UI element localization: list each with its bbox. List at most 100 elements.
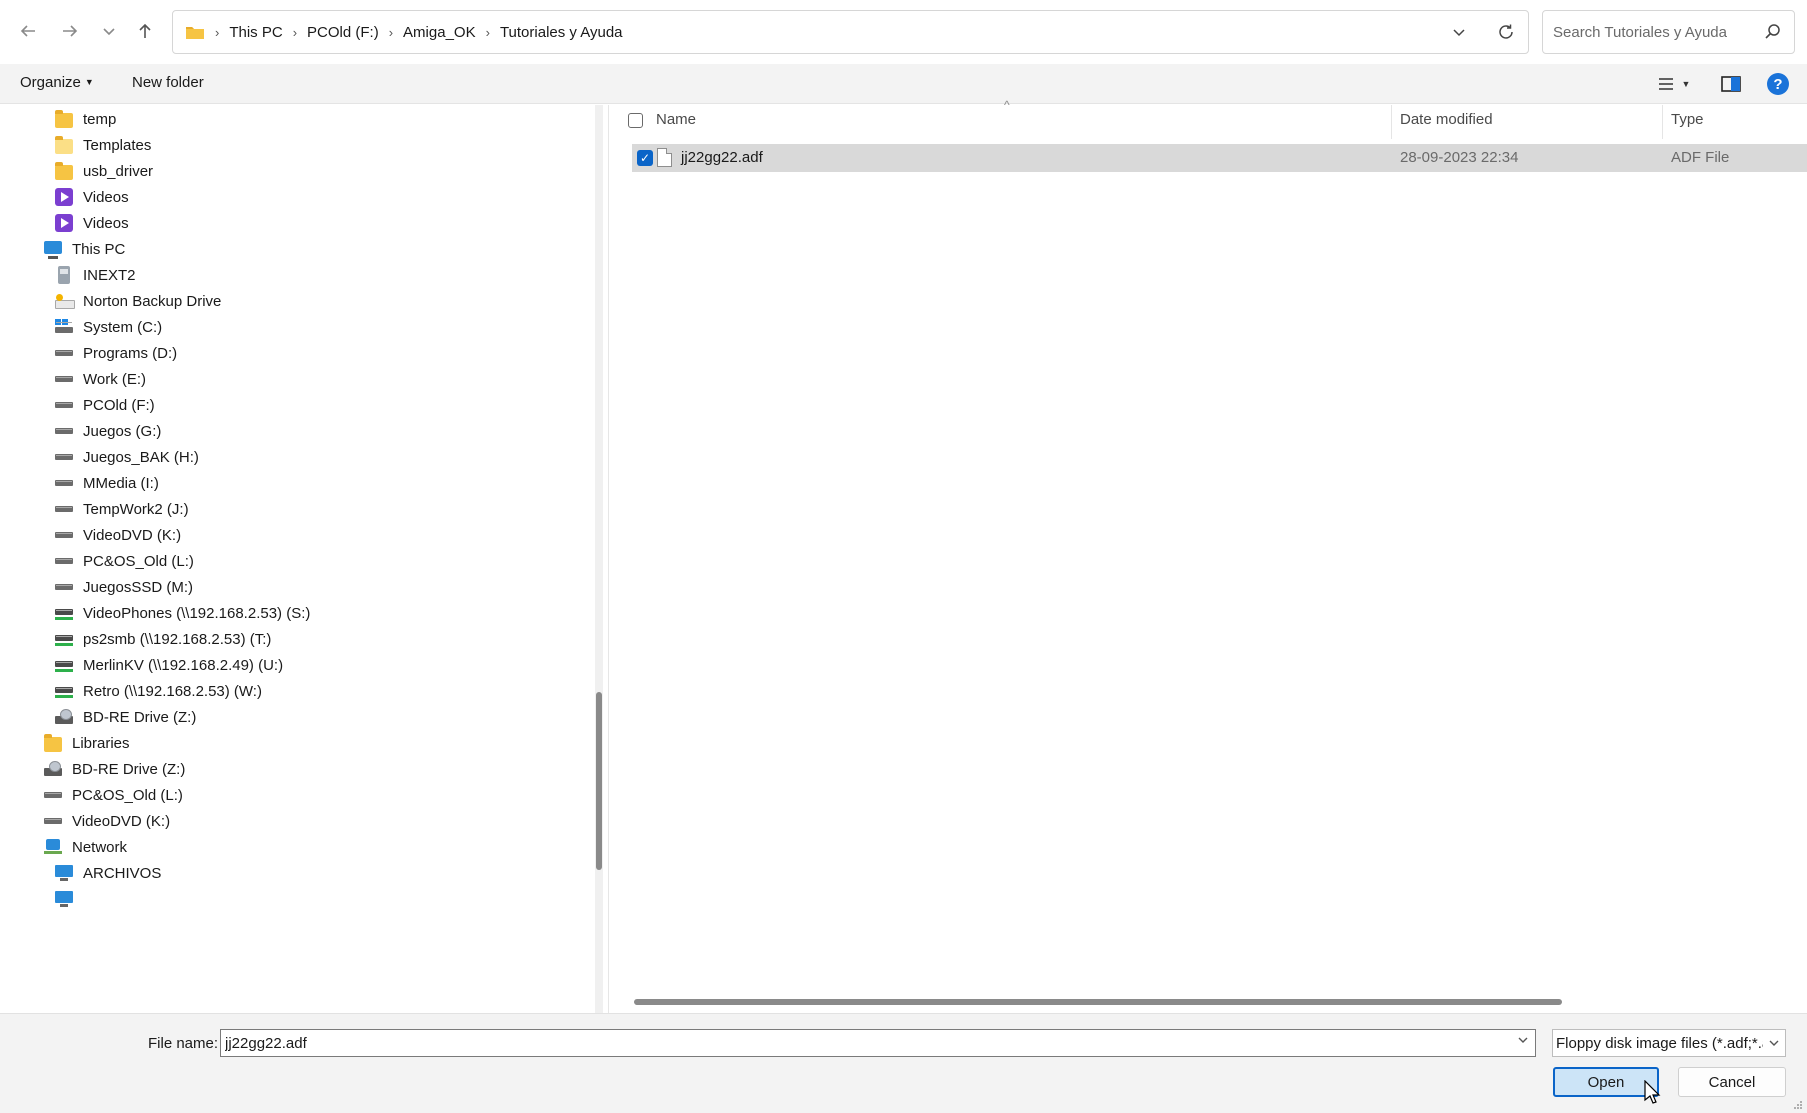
sidebar-item-partial[interactable] xyxy=(55,885,83,913)
sidebar-item-label: MMedia (I:) xyxy=(83,474,159,492)
sidebar-item-libraries[interactable]: Libraries xyxy=(44,729,130,757)
preview-pane-icon[interactable] xyxy=(1720,73,1742,95)
file-name-input[interactable] xyxy=(225,1033,1495,1053)
sidebar-item-inext2[interactable]: INEXT2 xyxy=(55,261,136,289)
sidebar-item-merlinkv-u[interactable]: MerlinKV (\\192.168.2.49) (U:) xyxy=(55,651,283,679)
sidebar-item-label: System (C:) xyxy=(83,318,163,336)
sidebar-item-this-pc[interactable]: This PC xyxy=(44,235,125,263)
sidebar-item-videodvd-k[interactable]: VideoDVD (K:) xyxy=(44,807,170,835)
up-button[interactable] xyxy=(131,16,159,46)
pane-divider[interactable] xyxy=(608,105,609,1013)
forward-button[interactable] xyxy=(56,16,84,46)
sidebar-item-bd-re-drive-z[interactable]: BD-RE Drive (Z:) xyxy=(44,755,185,783)
drive-icon xyxy=(44,790,62,800)
column-header-date-modified[interactable]: Date modified xyxy=(1400,111,1493,128)
back-button[interactable] xyxy=(14,16,42,46)
sidebar-item-label: VideoDVD (K:) xyxy=(83,526,182,544)
sidebar-item-templates[interactable]: Templates xyxy=(55,131,151,159)
sidebar-item-label: Videos xyxy=(83,214,129,232)
sidebar-item-videophones-s[interactable]: VideoPhones (\\192.168.2.53) (S:) xyxy=(55,599,310,627)
breadcrumb-item[interactable]: Amiga_OK xyxy=(397,24,482,41)
network-icon xyxy=(44,838,62,856)
caret-down-icon: ▼ xyxy=(84,77,94,87)
sidebar-item-programs-d[interactable]: Programs (D:) xyxy=(55,339,177,367)
computer-icon xyxy=(44,240,62,259)
chevron-down-icon[interactable] xyxy=(1517,1034,1529,1049)
chevron-down-icon[interactable] xyxy=(1763,1030,1785,1056)
chevron-right-icon[interactable]: › xyxy=(385,25,397,40)
sidebar-item-label: Libraries xyxy=(72,734,130,752)
sidebar-item-juegos-g[interactable]: Juegos (G:) xyxy=(55,417,161,445)
help-button[interactable]: ? xyxy=(1767,73,1789,95)
file-name-combobox[interactable] xyxy=(220,1029,1536,1057)
sidebar-item-pcos-old-l[interactable]: PC&OS_Old (L:) xyxy=(55,547,194,575)
chevron-right-icon[interactable]: › xyxy=(482,25,494,40)
sidebar-item-label: INEXT2 xyxy=(83,266,136,284)
sidebar-item-label: BD-RE Drive (Z:) xyxy=(83,708,197,726)
column-header-type[interactable]: Type xyxy=(1671,111,1704,128)
navigation-pane: temp Templates usb_driver Videos Videos … xyxy=(0,105,590,1013)
sidebar-item-tempwork2-j[interactable]: TempWork2 (J:) xyxy=(55,495,189,523)
arrow-right-icon xyxy=(63,25,78,37)
system-drive-icon xyxy=(55,319,73,335)
navigation-pane-scrollbar-thumb[interactable] xyxy=(596,692,602,870)
sidebar-item-label: PC&OS_Old (L:) xyxy=(72,786,183,804)
column-divider[interactable] xyxy=(1391,105,1392,139)
breadcrumb-item[interactable]: Tutoriales y Ayuda xyxy=(494,24,629,41)
file-list xyxy=(610,105,1807,1013)
sidebar-item-videos[interactable]: Videos xyxy=(55,209,129,237)
monitor-icon xyxy=(55,864,73,882)
search-icon[interactable] xyxy=(1762,21,1784,43)
folder-icon xyxy=(186,27,204,39)
select-all-checkbox[interactable] xyxy=(628,113,643,128)
dialog-footer xyxy=(0,1013,1807,1113)
sidebar-item-label: usb_driver xyxy=(83,162,154,180)
new-folder-button[interactable]: New folder xyxy=(132,74,204,91)
breadcrumb-item[interactable]: This PC xyxy=(223,24,288,41)
list-view-icon xyxy=(1658,78,1673,90)
sidebar-item-archivos[interactable]: ARCHIVOS xyxy=(55,859,161,887)
sidebar-item-temp[interactable]: temp xyxy=(55,105,116,133)
sidebar-item-juegosssd-m[interactable]: JuegosSSD (M:) xyxy=(55,573,193,601)
sidebar-item-network[interactable]: Network xyxy=(44,833,127,861)
row-checkbox[interactable]: ✓ xyxy=(637,150,653,166)
address-history-button[interactable] xyxy=(1448,21,1470,43)
sidebar-item-norton-backup-drive[interactable]: Norton Backup Drive xyxy=(55,287,221,315)
file-name-label: File name: xyxy=(148,1035,219,1052)
sidebar-item-work-e[interactable]: Work (E:) xyxy=(55,365,146,393)
organize-button[interactable]: Organize ▼ xyxy=(20,74,94,91)
file-type-dropdown[interactable]: Floppy disk image files (*.adf;*.adz) xyxy=(1552,1029,1786,1057)
recent-locations-button[interactable] xyxy=(95,16,123,46)
sidebar-item-retro-w[interactable]: Retro (\\192.168.2.53) (W:) xyxy=(55,677,262,705)
sidebar-item-mmedia-i[interactable]: MMedia (I:) xyxy=(55,469,159,497)
breadcrumb-item[interactable]: PCOld (F:) xyxy=(301,24,385,41)
sort-ascending-icon: ^ xyxy=(1004,98,1010,112)
drive-icon xyxy=(55,504,73,514)
sidebar-item-videodvd-k[interactable]: VideoDVD (K:) xyxy=(55,521,181,549)
sidebar-item-system-c[interactable]: System (C:) xyxy=(55,313,162,341)
sidebar-item-ps2smb-t[interactable]: ps2smb (\\192.168.2.53) (T:) xyxy=(55,625,271,653)
change-view-button[interactable]: ▼ xyxy=(1652,72,1696,96)
sidebar-item-usb-driver[interactable]: usb_driver xyxy=(55,157,153,185)
sidebar-item-label: Programs (D:) xyxy=(83,344,178,362)
column-header-name[interactable]: Name xyxy=(656,111,696,128)
refresh-button[interactable] xyxy=(1494,20,1518,44)
sidebar-item-pcos-old-l[interactable]: PC&OS_Old (L:) xyxy=(44,781,183,809)
file-list-horizontal-scrollbar[interactable] xyxy=(634,999,1562,1005)
resize-grip-icon[interactable] xyxy=(1793,1100,1803,1110)
address-bar[interactable]: › This PC › PCOld (F:) › Amiga_OK › Tuto… xyxy=(172,10,1529,54)
search-box[interactable] xyxy=(1542,10,1795,54)
sidebar-item-juegos-bak-h[interactable]: Juegos_BAK (H:) xyxy=(55,443,199,471)
table-row[interactable]: ✓ jj22gg22.adf 28-09-2023 22:34 ADF File xyxy=(632,144,1807,172)
column-divider[interactable] xyxy=(1662,105,1663,139)
cancel-button[interactable]: Cancel xyxy=(1678,1067,1786,1097)
navigation-pane-scrollbar[interactable] xyxy=(595,105,603,1013)
drive-icon xyxy=(55,452,73,462)
sidebar-item-pcold-f[interactable]: PCOld (F:) xyxy=(55,391,155,419)
chevron-right-icon[interactable]: › xyxy=(289,25,301,40)
folder-icon xyxy=(55,135,73,154)
sidebar-item-videos[interactable]: Videos xyxy=(55,183,129,211)
sidebar-item-bd-re-drive-z[interactable]: BD-RE Drive (Z:) xyxy=(55,703,196,731)
chevron-down-icon xyxy=(103,28,115,36)
search-input[interactable] xyxy=(1553,19,1753,45)
